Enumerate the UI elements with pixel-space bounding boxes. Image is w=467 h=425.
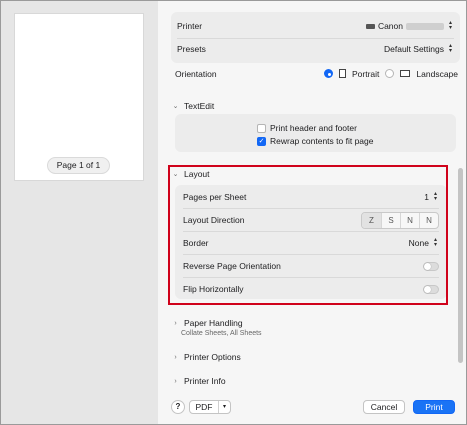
reverse-orientation-row: Reverse Page Orientation	[183, 254, 439, 277]
printer-row[interactable]: Printer Canon ▴ ▾	[177, 16, 454, 36]
direction-n-button[interactable]: N	[400, 212, 419, 228]
orientation-row: Orientation Portrait Landscape	[175, 67, 458, 80]
up-down-stepper-icon: ▴ ▾	[433, 237, 437, 248]
chevron-down-icon: ⌄	[172, 171, 179, 178]
layout-title: Layout	[184, 169, 210, 179]
flip-horizontally-label: Flip Horizontally	[183, 284, 244, 294]
printer-options-title: Printer Options	[184, 352, 241, 362]
layout-direction-segmented[interactable]: Z S N N	[361, 211, 439, 229]
paper-handling-title: Paper Handling	[184, 318, 243, 328]
printer-value: Canon	[377, 21, 403, 31]
border-value: None	[408, 238, 429, 248]
portrait-radio[interactable]	[324, 69, 333, 78]
reverse-orientation-label: Reverse Page Orientation	[183, 261, 281, 271]
settings-scrollbar[interactable]	[458, 168, 463, 363]
paper-handling-caption: Collate Sheets, All Sheets	[181, 330, 262, 337]
direction-s-button[interactable]: S	[381, 212, 400, 228]
border-row[interactable]: Border None ▴ ▾	[183, 231, 439, 254]
reverse-orientation-toggle[interactable]	[423, 261, 439, 271]
flip-horizontally-toggle[interactable]	[423, 284, 439, 294]
rewrap-checkbox[interactable]: ✓	[257, 136, 266, 146]
textedit-section-header[interactable]: ⌄ TextEdit	[172, 100, 215, 112]
printer-icon	[365, 23, 375, 29]
rewrap-label: Rewrap contents to fit page	[270, 136, 374, 146]
chevron-right-icon: ›	[174, 319, 177, 327]
pages-per-sheet-select[interactable]: 1 ▴ ▾	[424, 190, 439, 202]
settings-pane: Printer Canon ▴ ▾ Presets Default Setting…	[158, 1, 466, 424]
portrait-label: Portrait	[352, 68, 380, 79]
rewrap-option[interactable]: ✓ Rewrap contents to fit page	[257, 135, 373, 147]
orientation-label: Orientation	[175, 68, 217, 79]
pdf-label: PDF	[195, 402, 213, 412]
preview-pane: Page 1 of 1	[1, 1, 158, 424]
layout-section-header[interactable]: ⌄ Layout	[172, 168, 210, 180]
layout-direction-label: Layout Direction	[183, 215, 245, 225]
printer-select[interactable]: Canon ▴ ▾	[365, 20, 454, 31]
direction-z-button[interactable]: Z	[362, 212, 381, 228]
presets-label: Presets	[177, 43, 206, 54]
flip-horizontally-row: Flip Horizontally	[183, 277, 439, 300]
presets-value: Default Settings	[383, 43, 444, 54]
page-indicator[interactable]: Page 1 of 1	[47, 157, 110, 174]
redacted-printer-model	[406, 22, 444, 30]
bottom-button-bar: ? PDF ▾ Cancel Print	[158, 394, 466, 422]
presets-row[interactable]: Presets Default Settings ▴ ▾	[177, 38, 454, 58]
textedit-card: Print header and footer ✓ Rewrap content…	[175, 114, 456, 152]
page-preview	[14, 13, 144, 181]
printer-info-title: Printer Info	[184, 376, 226, 386]
print-header-footer-checkbox[interactable]	[257, 123, 266, 133]
pages-per-sheet-row[interactable]: Pages per Sheet 1 ▴ ▾	[183, 185, 439, 208]
pages-per-sheet-value: 1	[424, 191, 429, 202]
up-down-stepper-icon: ▴ ▾	[433, 190, 437, 202]
portrait-icon	[339, 69, 346, 78]
print-dialog: Page 1 of 1 Printer Canon ▴ ▾ Presets Def…	[0, 0, 467, 425]
pages-per-sheet-label: Pages per Sheet	[183, 191, 247, 202]
print-header-footer-option[interactable]: Print header and footer	[257, 122, 357, 134]
printer-options-section-header[interactable]: › Printer Options	[172, 351, 241, 363]
layout-direction-row: Layout Direction Z S N N	[183, 208, 439, 231]
paper-handling-section-header[interactable]: › Paper Handling	[172, 317, 243, 329]
chevron-right-icon: ›	[174, 377, 177, 385]
direction-n-reverse-button[interactable]: N	[419, 212, 438, 228]
landscape-icon	[400, 70, 411, 77]
print-button[interactable]: Print	[413, 400, 455, 414]
chevron-down-icon: ▾	[218, 401, 230, 413]
textedit-title: TextEdit	[184, 101, 215, 111]
border-label: Border	[183, 238, 209, 248]
cancel-button[interactable]: Cancel	[363, 400, 405, 414]
presets-select[interactable]: Default Settings ▴ ▾	[383, 42, 454, 54]
chevron-right-icon: ›	[174, 353, 177, 361]
printer-label: Printer	[177, 21, 203, 31]
up-down-stepper-icon: ▴ ▾	[448, 20, 452, 31]
printer-presets-card: Printer Canon ▴ ▾ Presets Default Setting…	[171, 12, 460, 63]
printer-info-section-header[interactable]: › Printer Info	[172, 375, 226, 387]
layout-card: Pages per Sheet 1 ▴ ▾ Layout Direction Z …	[175, 185, 447, 299]
border-select[interactable]: None ▴ ▾	[408, 237, 439, 248]
landscape-radio[interactable]	[385, 69, 395, 78]
chevron-down-icon: ⌄	[172, 103, 179, 110]
up-down-stepper-icon: ▴ ▾	[448, 42, 452, 54]
pdf-menu-button[interactable]: PDF ▾	[189, 400, 231, 414]
help-button[interactable]: ?	[171, 400, 185, 414]
print-header-footer-label: Print header and footer	[270, 123, 357, 133]
landscape-label: Landscape	[416, 68, 458, 79]
